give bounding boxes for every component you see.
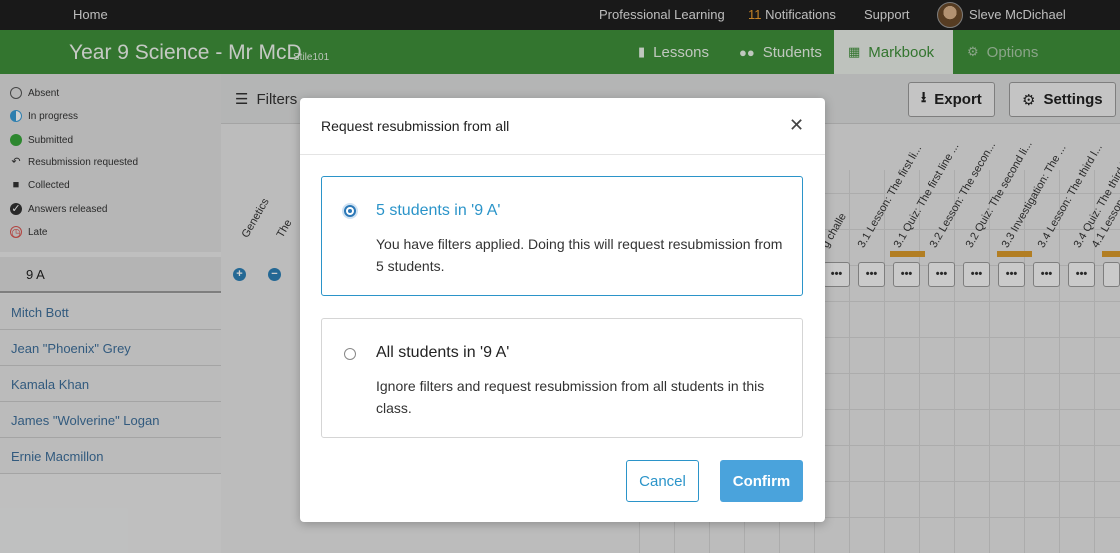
option-all-students[interactable]: All students in '9 A' Ignore filters and… [321, 318, 803, 438]
option-all-radio[interactable] [344, 348, 356, 360]
option-all-description: Ignore filters and request resubmission … [376, 378, 765, 416]
close-icon[interactable]: ✕ [789, 116, 804, 134]
dialog-divider [300, 154, 825, 155]
confirm-button[interactable]: Confirm [720, 460, 803, 502]
option-filtered-students[interactable]: 5 students in '9 A' You have filters app… [321, 176, 803, 296]
option-filtered-description: You have filters applied. Doing this wil… [376, 236, 783, 274]
cancel-button[interactable]: Cancel [626, 460, 699, 502]
option-all-title: All students in '9 A' [376, 344, 510, 361]
option-filtered-title: 5 students in '9 A' [376, 202, 501, 219]
dialog-title: Request resubmission from all [321, 118, 510, 134]
option-filtered-radio[interactable] [344, 205, 356, 217]
resubmission-dialog: Request resubmission from all ✕ 5 studen… [300, 98, 825, 522]
